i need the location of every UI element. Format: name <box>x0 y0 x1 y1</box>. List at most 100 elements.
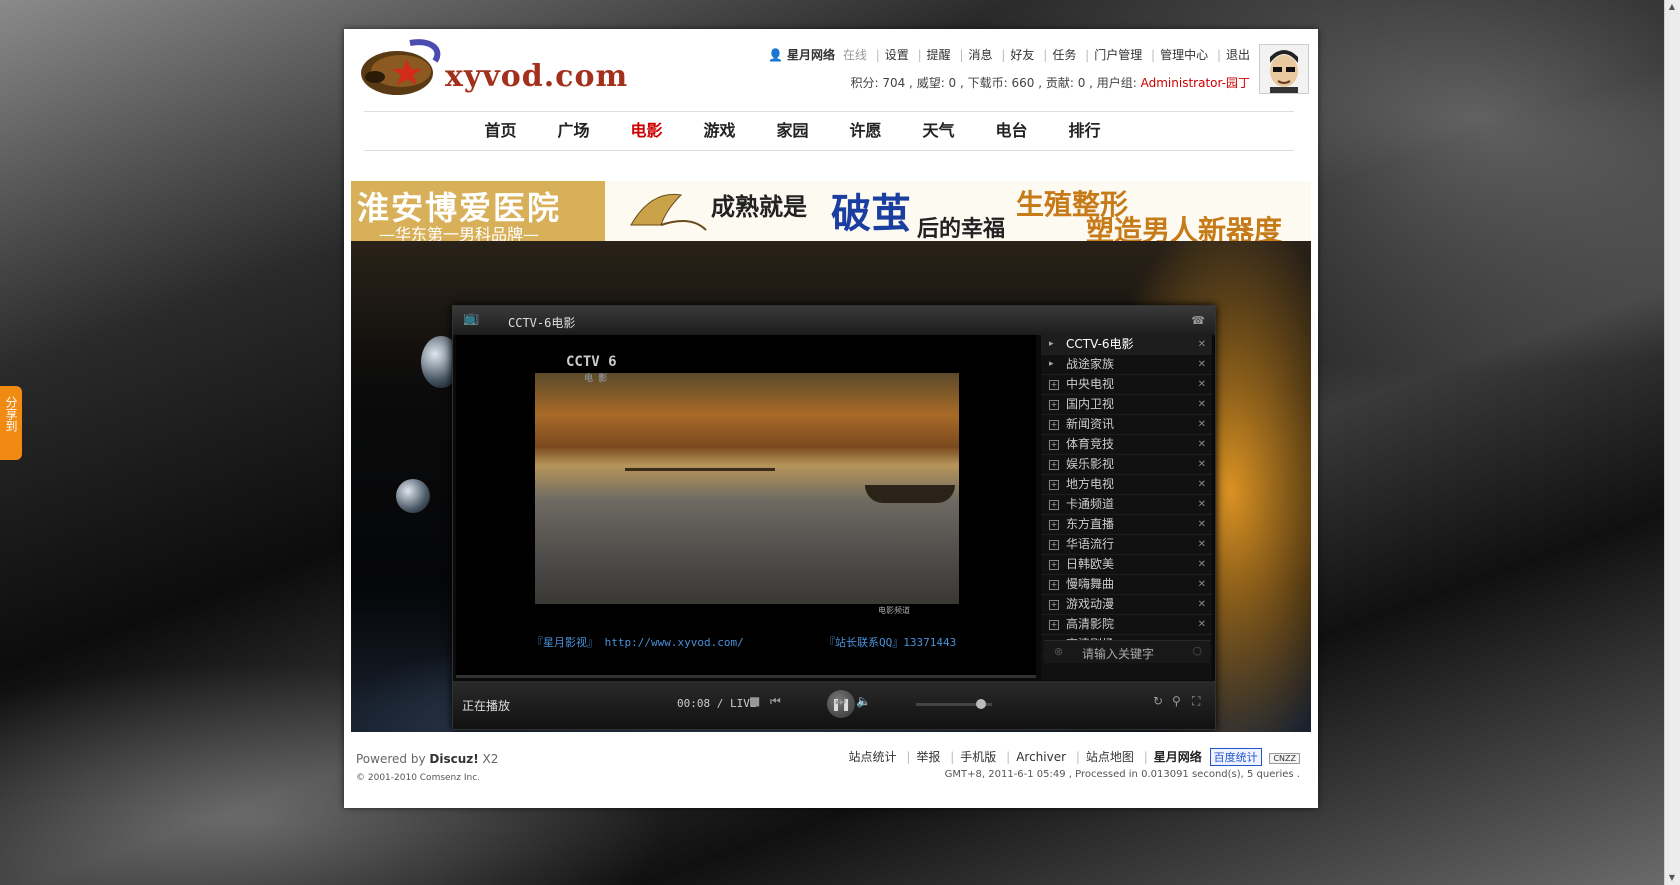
page-container: xyvod.com 👤 星月网络 在线 | 设置 | 提醒 | 消息 | 好友 | 任务 … <box>344 29 1318 808</box>
reminders-link[interactable]: 提醒 <box>927 46 951 63</box>
channel-item[interactable]: ▸ CCTV-6电影 ✕ <box>1041 335 1212 355</box>
expand-icon: + <box>1049 500 1059 510</box>
volume-icon[interactable]: 🔈 <box>856 694 871 708</box>
messages-link[interactable]: 消息 <box>969 46 993 63</box>
remove-channel-icon[interactable]: ✕ <box>1198 415 1206 434</box>
remove-channel-icon[interactable]: ✕ <box>1198 555 1206 574</box>
remove-channel-icon[interactable]: ✕ <box>1198 595 1206 614</box>
remove-channel-icon[interactable]: ✕ <box>1198 615 1206 634</box>
refresh-icon[interactable]: ↻ <box>1153 694 1163 708</box>
remove-channel-icon[interactable]: ✕ <box>1198 475 1206 494</box>
channel-item[interactable]: + 慢嗨舞曲 ✕ <box>1041 575 1212 595</box>
cnzz-badge[interactable]: CNZZ <box>1269 753 1300 764</box>
copyright: © 2001-2010 Comsenz Inc. <box>356 773 481 783</box>
channel-search[interactable]: ⊗ 请输入关键字 ○ <box>1044 640 1210 663</box>
channel-name: 新闻资讯 <box>1066 417 1115 431</box>
nav-item-movies[interactable]: 电影 <box>610 112 683 150</box>
channel-item[interactable]: + 新闻资讯 ✕ <box>1041 415 1212 435</box>
logout-link[interactable]: 退出 <box>1226 46 1250 63</box>
remove-channel-icon[interactable]: ✕ <box>1198 455 1206 474</box>
baidu-stats-badge[interactable]: 百度统计 <box>1209 748 1262 766</box>
channel-logo: CCTV 6 电 影 <box>566 354 617 384</box>
nav-item-plaza[interactable]: 广场 <box>537 112 610 150</box>
remove-channel-icon[interactable]: ✕ <box>1198 395 1206 414</box>
friends-link[interactable]: 好友 <box>1010 46 1034 63</box>
discuz-link[interactable]: Discuz! <box>429 752 478 766</box>
player-title: CCTV-6电影 <box>508 316 576 330</box>
banner-ad[interactable]: 淮安博爱医院 —华东第一男科品牌— 成熟就是 破茧 后的幸福 生殖整形 塑造男人… <box>351 181 1311 241</box>
stop-icon[interactable]: ■ <box>749 694 760 708</box>
scroll-down-icon[interactable]: ▼ <box>1667 872 1677 884</box>
user-group-link[interactable]: Administrator-园丁 <box>1141 76 1250 90</box>
player-stage: 📺 CCTV-6电影 ☎ CCTV 6 电 影 电影频道 『星月影视』 http… <box>351 241 1311 732</box>
main-nav: 首页 广场 电影 游戏 家园 许愿 天气 电台 排行 <box>364 111 1294 151</box>
channel-item[interactable]: + 体育竞技 ✕ <box>1041 435 1212 455</box>
settings-link[interactable]: 设置 <box>885 46 909 63</box>
nav-item-home[interactable]: 首页 <box>464 112 537 150</box>
user-stats: 积分: 704 , 威望: 0 , 下载币: 660 , 贡献: 0 , 用户组… <box>850 74 1250 91</box>
logo-text: xyvod.com <box>445 59 629 94</box>
nav-item-wishes[interactable]: 许愿 <box>829 112 902 150</box>
username-link[interactable]: 星月网络 <box>787 46 835 63</box>
share-tab[interactable]: 分享到 <box>0 386 22 460</box>
site-logo[interactable]: xyvod.com <box>355 37 627 101</box>
admin-center-link[interactable]: 管理中心 <box>1160 46 1208 63</box>
previous-icon[interactable]: ⏮ <box>770 694 781 709</box>
user-stats-text: 积分: 704 , 威望: 0 , 下载币: 660 , 贡献: 0 , 用户组… <box>850 76 1141 90</box>
nav-item-ranking[interactable]: 排行 <box>1048 112 1121 150</box>
channel-item[interactable]: + 娱乐影视 ✕ <box>1041 455 1212 475</box>
channel-item[interactable]: + 游戏动漫 ✕ <box>1041 595 1212 615</box>
user-toolbar: 👤 星月网络 在线 | 设置 | 提醒 | 消息 | 好友 | 任务 | 门户管理 | 管理中… <box>768 46 1250 63</box>
remove-channel-icon[interactable]: ✕ <box>1198 355 1206 374</box>
channel-item[interactable]: + 卡通频道 ✕ <box>1041 495 1212 515</box>
nav-item-games[interactable]: 游戏 <box>683 112 756 150</box>
remove-channel-icon[interactable]: ✕ <box>1198 515 1206 534</box>
channel-item[interactable]: + 地方电视 ✕ <box>1041 475 1212 495</box>
player-site-link[interactable]: 『星月影视』 http://www.xyvod.com/ <box>532 634 744 650</box>
footer-link-archiver[interactable]: Archiver <box>1016 750 1066 764</box>
volume-knob[interactable] <box>976 699 986 709</box>
nav-item-weather[interactable]: 天气 <box>902 112 975 150</box>
remove-channel-icon[interactable]: ✕ <box>1198 375 1206 394</box>
remove-channel-icon[interactable]: ✕ <box>1198 575 1206 594</box>
expand-icon: + <box>1049 440 1059 450</box>
pin-icon[interactable]: ⚲ <box>1172 694 1181 708</box>
channel-item[interactable]: + 中央电视 ✕ <box>1041 375 1212 395</box>
remove-channel-icon[interactable]: ✕ <box>1198 335 1206 354</box>
online-status: 在线 <box>842 48 867 62</box>
channel-item[interactable]: + 日韩欧美 ✕ <box>1041 555 1212 575</box>
vertical-scrollbar[interactable]: ▲ ▼ <box>1664 0 1680 885</box>
footer-link-sitemap[interactable]: 站点地图 <box>1086 750 1134 764</box>
player-titlebar: 📺 CCTV-6电影 ☎ <box>453 306 1215 335</box>
remove-channel-icon[interactable]: ✕ <box>1198 535 1206 554</box>
nav-item-radio[interactable]: 电台 <box>975 112 1048 150</box>
footer-link-report[interactable]: 举报 <box>916 750 940 764</box>
player-settings-icon[interactable]: ☎ <box>1191 314 1205 327</box>
next-icon[interactable]: ⏭ <box>835 694 846 709</box>
portal-admin-link[interactable]: 门户管理 <box>1094 46 1142 63</box>
tasks-link[interactable]: 任务 <box>1052 46 1076 63</box>
channel-item[interactable]: + 高清影院 ✕ <box>1041 615 1212 635</box>
fullscreen-icon[interactable]: ⛶ <box>1192 694 1200 709</box>
channel-item[interactable]: + 华语流行 ✕ <box>1041 535 1212 555</box>
powered-prefix: Powered by <box>356 752 430 766</box>
footer-link-stats[interactable]: 站点统计 <box>849 750 897 764</box>
nav-item-home-space[interactable]: 家园 <box>756 112 829 150</box>
channel-item[interactable]: + 东方直播 ✕ <box>1041 515 1212 535</box>
remove-channel-icon[interactable]: ✕ <box>1198 435 1206 454</box>
banner-slogan-3: 后的幸福 <box>917 216 1006 241</box>
channel-item[interactable]: + 国内卫视 ✕ <box>1041 395 1212 415</box>
footer-link-mobile[interactable]: 手机版 <box>960 750 996 764</box>
avatar[interactable] <box>1259 44 1309 94</box>
playback-progress-bar[interactable] <box>456 675 1036 678</box>
clear-search-icon[interactable]: ⊗ <box>1054 645 1063 658</box>
scroll-up-icon[interactable]: ▲ <box>1667 1 1677 13</box>
banner-slogan-5: 塑造男人新器度 <box>1086 214 1283 241</box>
user-icon: 👤 <box>768 48 784 62</box>
channel-item[interactable]: ▸ 战途家族 ✕ <box>1041 355 1212 375</box>
video-screen[interactable]: CCTV 6 电 影 电影频道 『星月影视』 http://www.xyvod.… <box>456 335 1036 675</box>
remove-channel-icon[interactable]: ✕ <box>1198 495 1206 514</box>
search-icon[interactable]: ○ <box>1192 644 1202 657</box>
footer-brand-link[interactable]: 星月网络 <box>1154 750 1202 764</box>
channel-name: 国内卫视 <box>1066 397 1115 411</box>
